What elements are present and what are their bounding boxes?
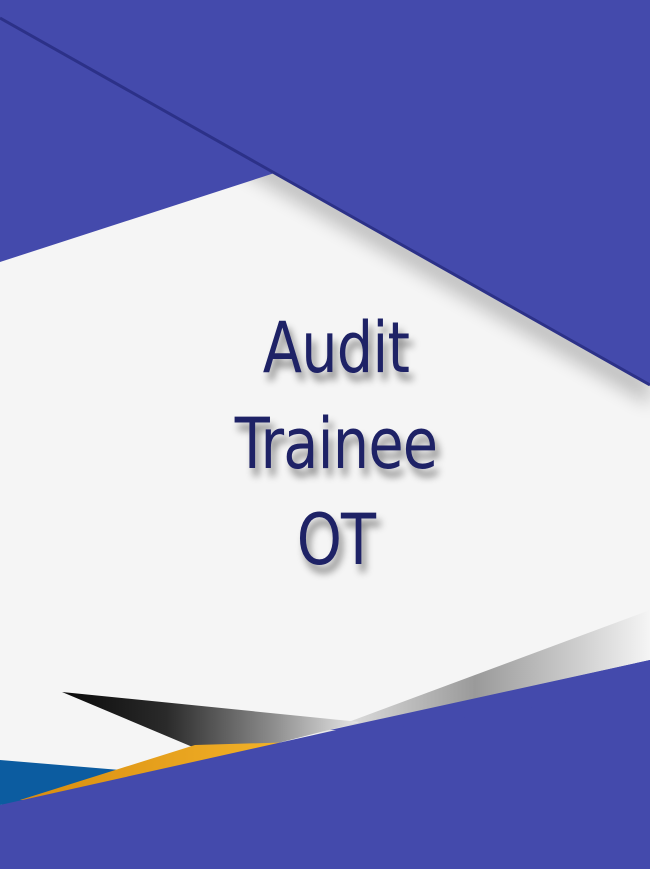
title-line-3: OT: [296, 499, 376, 581]
title-line-1: Audit: [262, 307, 410, 389]
title-line-2: Trainee: [234, 403, 438, 485]
poster-canvas: Audit Trainee OT: [0, 0, 650, 869]
poster-title: Audit Trainee OT: [60, 300, 611, 588]
